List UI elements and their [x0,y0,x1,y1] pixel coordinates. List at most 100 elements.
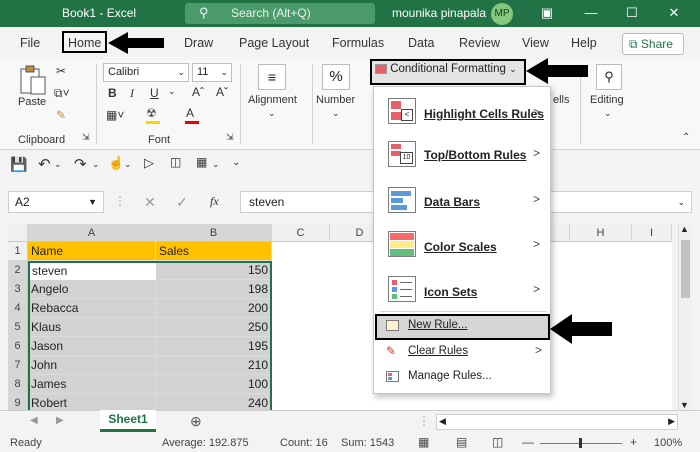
row-header[interactable]: 1 [8,242,28,261]
editing-label[interactable]: Editing [590,94,624,106]
table-cell-name[interactable]: John [28,356,156,375]
table-cell-sales[interactable]: 210 [156,356,272,375]
tab-review[interactable]: Review [459,36,500,50]
name-box[interactable]: A2 ▼ [8,191,104,213]
font-size-box[interactable]: 11 ⌄ [192,63,232,82]
menu-item-data-bars[interactable]: Data Bars > [374,182,550,222]
scroll-thumb[interactable] [681,240,690,298]
paste-label[interactable]: Paste [18,96,46,108]
customize-toolbar-icon[interactable]: ⌄ [232,157,240,168]
percent-icon[interactable]: % [322,64,350,90]
table-cell-name[interactable]: James [28,375,156,394]
tab-help[interactable]: Help [571,36,597,50]
paste-icon[interactable] [18,64,48,96]
maximize-icon[interactable]: ☐ [617,3,647,23]
search-icon[interactable]: ⚲ [596,64,622,90]
enter-icon[interactable]: ✓ [176,194,188,211]
table-cell-sales[interactable]: 250 [156,318,272,337]
tab-file[interactable]: File [20,36,40,50]
cancel-icon[interactable]: ✕ [144,194,156,211]
page-break-view-icon[interactable]: ◫ [492,435,503,449]
font-color-icon[interactable]: A [186,106,194,120]
menu-item-manage-rules[interactable]: Manage Rules... [380,368,548,388]
minimize-icon[interactable]: — [576,3,606,23]
chevron-down-icon[interactable]: ⌄ [268,108,276,119]
normal-view-icon[interactable]: ▦ [418,435,429,449]
column-header-i[interactable]: I [632,224,672,242]
format-painter-icon[interactable]: ✎ [56,108,66,122]
header-cell-sales[interactable]: Sales [156,242,272,261]
column-header-b[interactable]: B [156,224,272,242]
print-preview-icon[interactable]: ▦ [196,155,207,169]
horizontal-scrollbar[interactable]: ◀ ▶ [436,414,678,430]
share-button[interactable]: ⧉ Share [622,33,684,55]
vertical-scrollbar[interactable]: ▲ ▼ [678,224,692,410]
menu-item-new-rule[interactable]: New Rule... [380,317,548,337]
underline-icon[interactable]: U [150,86,159,100]
menu-item-color-scales[interactable]: Color Scales > [374,226,550,266]
column-header-h[interactable]: H [570,224,632,242]
touch-mode-icon[interactable]: ☝ [108,155,124,171]
fill-color-icon[interactable]: ☢ [146,106,157,120]
next-sheet-icon[interactable]: ▶ [56,415,64,426]
cut-icon[interactable]: ✂ [56,64,66,78]
decrease-font-icon[interactable]: Aˇ [216,85,228,99]
add-sheet-icon[interactable]: ⊕ [190,413,202,430]
tab-view[interactable]: View [522,36,549,50]
chevron-down-icon[interactable]: ⌄ [54,159,62,170]
table-cell-name[interactable]: steven [28,261,156,280]
column-header-c[interactable]: C [272,224,330,242]
table-cell-sales[interactable]: 240 [156,394,272,410]
search-box[interactable]: ⚲ Search (Alt+Q) [185,3,375,24]
insert-function-icon[interactable]: fx [210,194,219,209]
row-header[interactable]: 2 [8,261,28,280]
scroll-left-icon[interactable]: ◀ [439,416,446,427]
collapse-ribbon-icon[interactable]: ⌃ [682,132,690,143]
row-header[interactable]: 7 [8,356,28,375]
alignment-icon[interactable]: ≡ [258,64,286,90]
tab-data[interactable]: Data [408,36,434,50]
chevron-down-icon[interactable]: ⌄ [124,159,132,170]
table-cell-name[interactable]: Rebacca [28,299,156,318]
zoom-slider-thumb[interactable] [579,438,582,448]
redo-icon[interactable]: ↷ [74,155,87,173]
row-header[interactable]: 8 [8,375,28,394]
menu-item-icon-sets[interactable]: Icon Sets > [374,271,550,311]
table-cell-sales[interactable]: 100 [156,375,272,394]
cells-label[interactable]: ells [553,94,570,106]
zoom-level[interactable]: 100% [654,437,682,449]
page-layout-view-icon[interactable]: ▤ [456,435,467,449]
tab-draw[interactable]: Draw [184,36,213,50]
copy-icon[interactable]: ⧉˅ [54,86,70,101]
table-cell-name[interactable]: Robert [28,394,156,410]
table-cell-name[interactable]: Klaus [28,318,156,337]
avatar[interactable]: MP [491,3,513,25]
table-cell-name[interactable]: Angelo [28,280,156,299]
prev-sheet-icon[interactable]: ◀ [30,415,38,426]
number-label[interactable]: Number [316,94,355,106]
ribbon-display-icon[interactable]: ▣ [532,3,562,23]
row-header[interactable]: 6 [8,337,28,356]
dialog-launcher-icon[interactable]: ⇲ [82,132,90,143]
chevron-down-icon[interactable]: ⌄ [168,86,176,97]
save-icon[interactable]: 💾 [10,156,27,173]
increase-font-icon[interactable]: Aˆ [192,85,204,99]
dialog-launcher-icon[interactable]: ⇲ [226,132,234,143]
row-header[interactable]: 9 [8,394,28,410]
row-header[interactable]: 3 [8,280,28,299]
zoom-in-icon[interactable]: + [630,435,637,449]
sort-icon[interactable]: ◫ [170,155,181,169]
sheet-tab[interactable]: Sheet1 [100,410,156,432]
table-cell-sales[interactable]: 198 [156,280,272,299]
alignment-label[interactable]: Alignment [248,94,297,106]
column-header-a[interactable]: A [28,224,156,242]
row-header[interactable]: 4 [8,299,28,318]
table-cell-sales[interactable]: 150 [156,261,272,280]
table-cell-name[interactable]: Jason [28,337,156,356]
send-icon[interactable]: ▷ [144,155,154,171]
table-cell-sales[interactable]: 200 [156,299,272,318]
chevron-down-icon[interactable]: ⌄ [604,108,612,119]
table-cell-sales[interactable]: 195 [156,337,272,356]
menu-item-highlight-cells-rules[interactable]: < Highlight Cells Rules > [374,93,550,133]
scroll-down-icon[interactable]: ▼ [680,400,689,410]
